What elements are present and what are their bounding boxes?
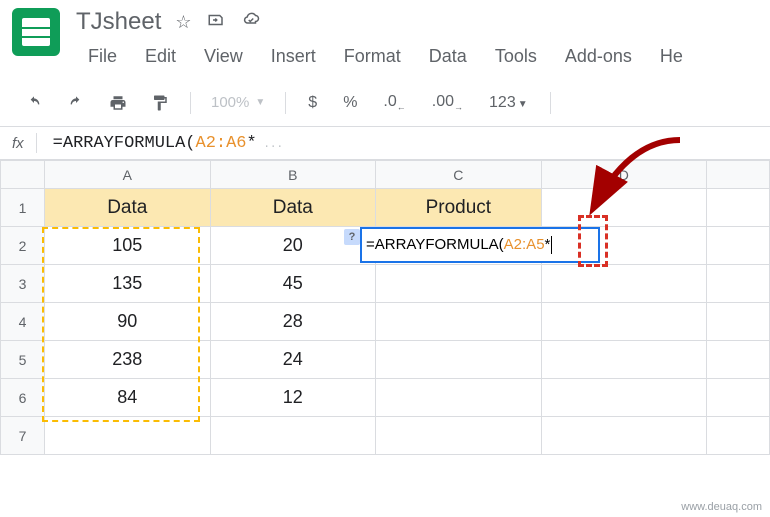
menu-format[interactable]: Format (332, 42, 413, 71)
formula-help-icon[interactable]: ? (344, 229, 360, 245)
cell-c5[interactable] (376, 341, 542, 379)
toolbar: 100%▼ $ % .0← .00→ 123▼ (0, 79, 770, 127)
col-header-c[interactable]: C (376, 161, 542, 189)
formula-prefix: =ARRAYFORMULA( (53, 134, 196, 153)
document-title[interactable]: TJsheet (76, 8, 161, 36)
cell-e1[interactable] (707, 189, 770, 227)
increase-decimal-button[interactable]: .00→ (422, 89, 473, 116)
cell-c1[interactable]: Product (376, 189, 542, 227)
text-cursor (551, 236, 552, 254)
cell-c7[interactable] (376, 417, 542, 455)
watermark: www.deuaq.com (681, 501, 762, 513)
formula-input[interactable]: =ARRAYFORMULA(A2:A6* ... (53, 134, 283, 153)
col-header-extra[interactable] (707, 161, 770, 189)
decrease-decimal-button[interactable]: .0← (373, 89, 415, 116)
grid-area: A B C D 1 Data Data Product 2 105 20 3 1… (0, 160, 770, 455)
move-icon[interactable] (206, 11, 226, 34)
menu-help[interactable]: He (648, 42, 695, 71)
cell-d6[interactable] (541, 379, 707, 417)
cell-c3[interactable] (376, 265, 542, 303)
cell-d7[interactable] (541, 417, 707, 455)
paint-format-button[interactable] (142, 90, 178, 116)
menu-insert[interactable]: Insert (259, 42, 328, 71)
cloud-status-icon[interactable] (240, 11, 262, 34)
editor-suffix: * (545, 236, 551, 253)
cell-e6[interactable] (707, 379, 770, 417)
fx-icon: fx (12, 135, 24, 152)
cell-a5[interactable]: 238 (45, 341, 211, 379)
title-row: TJsheet ☆ (76, 8, 758, 36)
print-button[interactable] (100, 90, 136, 116)
formula-suffix: * (247, 134, 257, 153)
cell-a2[interactable]: 105 (45, 227, 211, 265)
currency-button[interactable]: $ (298, 90, 327, 116)
menu-addons[interactable]: Add-ons (553, 42, 644, 71)
cell-b3[interactable]: 45 (210, 265, 376, 303)
editor-range: A2:A5 (504, 236, 545, 253)
cell-e4[interactable] (707, 303, 770, 341)
row-header-2[interactable]: 2 (1, 227, 45, 265)
row-header-5[interactable]: 5 (1, 341, 45, 379)
cell-d1[interactable] (541, 189, 707, 227)
row-header-6[interactable]: 6 (1, 379, 45, 417)
cell-a1[interactable]: Data (45, 189, 211, 227)
menu-edit[interactable]: Edit (133, 42, 188, 71)
row-header-3[interactable]: 3 (1, 265, 45, 303)
app-header: TJsheet ☆ File Edit View Insert Format D… (0, 0, 770, 71)
sheets-logo (12, 8, 60, 56)
cell-e7[interactable] (707, 417, 770, 455)
menu-data[interactable]: Data (417, 42, 479, 71)
menu-view[interactable]: View (192, 42, 255, 71)
cell-a4[interactable]: 90 (45, 303, 211, 341)
cell-b7[interactable] (210, 417, 376, 455)
undo-button[interactable] (16, 91, 52, 115)
cell-d4[interactable] (541, 303, 707, 341)
cell-a6[interactable]: 84 (45, 379, 211, 417)
formula-range: A2:A6 (196, 134, 247, 153)
col-header-d[interactable]: D (541, 161, 707, 189)
cell-b5[interactable]: 24 (210, 341, 376, 379)
cell-b6[interactable]: 12 (210, 379, 376, 417)
cell-editor-c2[interactable]: ? =ARRAYFORMULA(A2:A5* (360, 227, 600, 263)
zoom-dropdown[interactable]: 100%▼ (203, 90, 273, 115)
cell-e5[interactable] (707, 341, 770, 379)
cell-a7[interactable] (45, 417, 211, 455)
separator (550, 92, 551, 114)
editor-prefix: =ARRAYFORMULA( (366, 236, 504, 253)
separator (36, 133, 37, 153)
cell-editor-text: =ARRAYFORMULA(A2:A5* (362, 236, 552, 254)
percent-button[interactable]: % (333, 90, 367, 116)
separator (285, 92, 286, 114)
menubar: File Edit View Insert Format Data Tools … (76, 42, 758, 71)
col-header-b[interactable]: B (210, 161, 376, 189)
formula-hint: ... (257, 139, 283, 151)
star-icon[interactable]: ☆ (175, 12, 191, 33)
number-format-dropdown[interactable]: 123▼ (479, 90, 538, 116)
cell-d3[interactable] (541, 265, 707, 303)
cell-b4[interactable]: 28 (210, 303, 376, 341)
cell-e3[interactable] (707, 265, 770, 303)
row-header-4[interactable]: 4 (1, 303, 45, 341)
row-header-7[interactable]: 7 (1, 417, 45, 455)
menu-tools[interactable]: Tools (483, 42, 549, 71)
title-area: TJsheet ☆ File Edit View Insert Format D… (76, 8, 758, 71)
spreadsheet-grid[interactable]: A B C D 1 Data Data Product 2 105 20 3 1… (0, 160, 770, 455)
cell-a3[interactable]: 135 (45, 265, 211, 303)
col-header-a[interactable]: A (45, 161, 211, 189)
cell-c6[interactable] (376, 379, 542, 417)
cell-d5[interactable] (541, 341, 707, 379)
cell-e2[interactable] (707, 227, 770, 265)
formula-bar: fx =ARRAYFORMULA(A2:A6* ... (0, 127, 770, 160)
cell-b1[interactable]: Data (210, 189, 376, 227)
cell-c4[interactable] (376, 303, 542, 341)
separator (190, 92, 191, 114)
menu-file[interactable]: File (76, 42, 129, 71)
sheets-logo-icon (22, 18, 50, 46)
redo-button[interactable] (58, 91, 94, 115)
row-header-1[interactable]: 1 (1, 189, 45, 227)
select-all-corner[interactable] (1, 161, 45, 189)
